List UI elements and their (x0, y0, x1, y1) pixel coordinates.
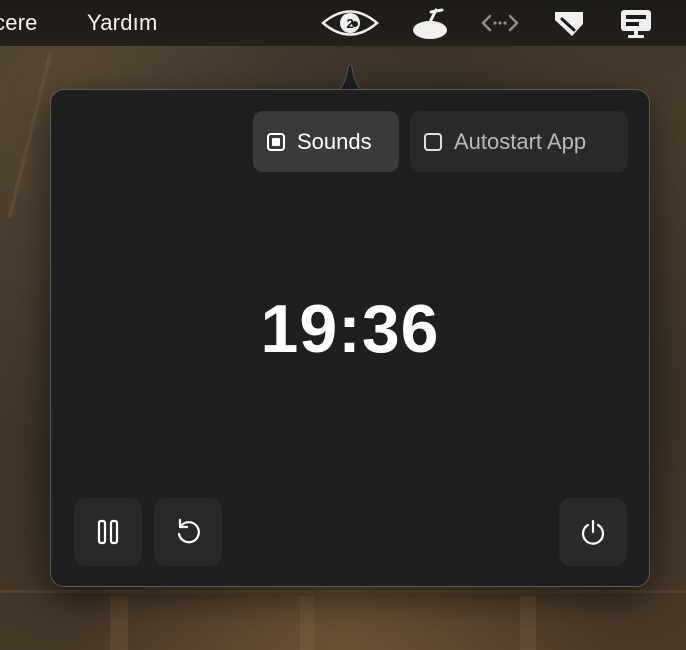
autostart-toggle[interactable]: Autostart App (410, 111, 628, 172)
timer-display: 19:36 (260, 291, 440, 367)
display-status-icon[interactable] (616, 6, 656, 40)
code-arrows-icon[interactable] (480, 6, 520, 40)
tag-icon[interactable] (550, 6, 590, 40)
broom-icon[interactable] (410, 6, 450, 40)
menu-item-window[interactable]: cere (0, 10, 38, 36)
background-beam (110, 596, 128, 650)
background-beam (0, 590, 686, 593)
restart-button[interactable] (154, 498, 222, 566)
background-beam (7, 52, 53, 218)
power-button[interactable] (559, 498, 627, 566)
background-beam (300, 596, 314, 650)
timer-popover: Sounds Autostart App 19:36 (50, 89, 650, 587)
pause-button[interactable] (74, 498, 142, 566)
restart-icon (177, 518, 200, 544)
menu-item-help[interactable]: Yardım (87, 10, 157, 36)
menu-bar: cere Yardım 2 (0, 0, 686, 46)
pause-icon (97, 519, 119, 545)
popover-arrow (332, 63, 368, 92)
sounds-toggle[interactable]: Sounds (253, 111, 399, 172)
sounds-label: Sounds (297, 128, 372, 154)
eye-badge-icon[interactable]: 2 (320, 6, 380, 40)
autostart-checkbox[interactable] (424, 132, 442, 151)
power-icon (581, 519, 605, 545)
background-beam (520, 596, 536, 650)
sounds-checkbox[interactable] (267, 132, 285, 151)
autostart-label: Autostart App (454, 128, 587, 154)
